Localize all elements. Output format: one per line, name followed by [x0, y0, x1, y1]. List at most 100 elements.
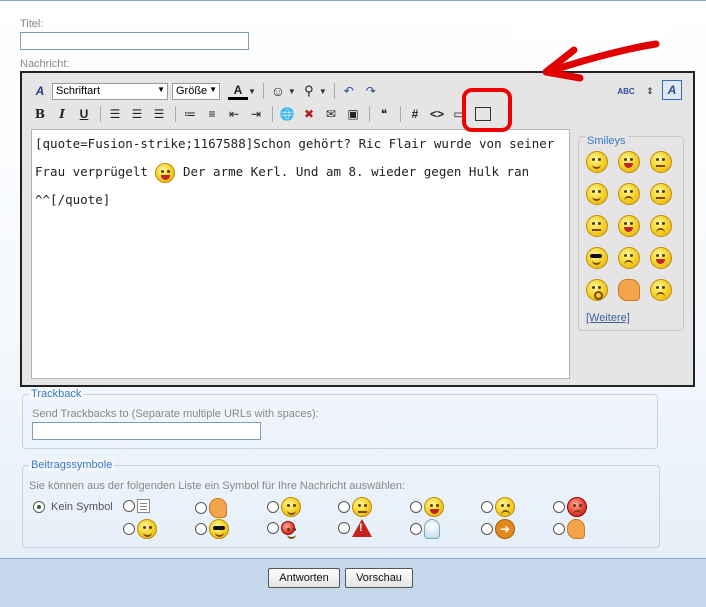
submit-reply-button[interactable]: Antworten [268, 568, 340, 588]
eek-smiley-icon[interactable] [650, 215, 672, 237]
post-icon-radio[interactable] [410, 501, 422, 513]
font-color-button[interactable]: A [228, 83, 248, 100]
chevron-down-icon[interactable]: ▼ [288, 87, 296, 96]
post-icon-option[interactable] [481, 497, 515, 517]
thumbs-up-icon [567, 519, 585, 539]
post-icon-radio[interactable] [338, 501, 350, 513]
red-dot-icon [281, 521, 296, 539]
post-icon-radio[interactable] [195, 523, 207, 535]
post-icon-radio[interactable] [410, 523, 422, 535]
annotation-highlight-box [462, 88, 512, 132]
angry-smiley-icon [567, 497, 587, 517]
post-icon-radio[interactable] [481, 523, 493, 535]
post-icon-radio[interactable] [338, 522, 350, 534]
shy-smiley-icon[interactable] [650, 279, 672, 301]
post-icon-radio[interactable] [481, 501, 493, 513]
remove-link-icon[interactable]: ✖ [299, 104, 319, 124]
post-icon-radio[interactable] [553, 501, 565, 513]
more-smilies-link[interactable]: [Weitere] [586, 312, 630, 324]
tongue-smiley-icon[interactable] [618, 215, 640, 237]
quote-icon[interactable]: ❝ [374, 104, 394, 124]
code-button[interactable]: <> [427, 104, 447, 124]
post-icon-option[interactable] [410, 497, 444, 517]
post-icon-option[interactable] [553, 519, 585, 539]
post-icon-radio[interactable] [553, 523, 565, 535]
post-icon-option[interactable] [123, 519, 157, 539]
redo-icon[interactable]: ↷ [361, 81, 381, 101]
post-icon-option[interactable] [267, 497, 301, 517]
undo-icon[interactable]: ↶ [339, 81, 359, 101]
post-icon-none[interactable]: Kein Symbol [33, 501, 113, 513]
insert-email-icon[interactable]: ✉ [321, 104, 341, 124]
confused-smiley-icon[interactable] [650, 183, 672, 205]
hash-button[interactable]: # [405, 104, 425, 124]
thumbs-down-icon [209, 498, 227, 518]
unordered-list-icon[interactable]: ≡ [202, 104, 222, 124]
post-icon-radio[interactable] [195, 502, 207, 514]
smile-smiley-icon[interactable] [586, 183, 608, 205]
neutral-smiley-icon[interactable] [650, 151, 672, 173]
lightbulb-icon [424, 519, 440, 539]
post-icon-option[interactable] [553, 497, 587, 517]
align-left-icon[interactable]: ☰ [105, 104, 125, 124]
chevron-down-icon[interactable]: ▼ [248, 87, 256, 96]
trackback-fieldset: Trackback Send Trackbacks to (Separate m… [22, 388, 658, 449]
chevron-down-icon: ▼ [157, 84, 165, 94]
toolbar-separator [175, 106, 176, 122]
trackback-input[interactable] [32, 422, 261, 440]
insert-image-icon[interactable]: ▣ [343, 104, 363, 124]
post-icon-option[interactable] [267, 521, 296, 539]
post-icon-option[interactable] [338, 519, 372, 537]
indent-icon[interactable]: ⇥ [246, 104, 266, 124]
ordered-list-icon[interactable]: ≔ [180, 104, 200, 124]
shocked-smiley-icon[interactable] [586, 279, 608, 301]
inline-laugh-smiley-icon [155, 162, 176, 183]
size-select[interactable]: Größe ▼ [172, 82, 220, 100]
post-icons-title: Beitragssymbole [29, 459, 115, 471]
resize-arrows-icon[interactable]: ⇕ [643, 81, 657, 101]
post-icon-option[interactable] [410, 519, 440, 539]
toolbar-separator [262, 83, 264, 99]
insert-link-icon[interactable]: 🌐 [277, 104, 297, 124]
post-icon-option[interactable] [195, 498, 227, 518]
post-icon-radio[interactable] [267, 501, 279, 513]
sad-smiley-icon [495, 497, 515, 517]
title-input[interactable] [20, 32, 249, 50]
preview-button[interactable]: Vorschau [345, 568, 413, 588]
remove-format-icon[interactable]: A [30, 81, 50, 101]
cry-smiley-icon[interactable] [618, 247, 640, 269]
post-icon-option[interactable] [123, 499, 150, 513]
chevron-down-icon[interactable]: ▼ [319, 87, 327, 96]
font-select-value: Schriftart [56, 84, 101, 97]
post-icon-radio[interactable] [267, 522, 279, 534]
cool-smiley-icon[interactable] [586, 247, 608, 269]
smiley-picker-icon[interactable]: ☺ [268, 81, 288, 101]
post-icon-option[interactable] [195, 519, 229, 539]
align-right-icon[interactable]: ☰ [149, 104, 169, 124]
post-icon-radio[interactable] [123, 523, 135, 535]
font-select[interactable]: Schriftart ▼ [52, 82, 168, 100]
trackback-hint: Send Trackbacks to (Separate multiple UR… [32, 408, 319, 420]
post-icon-option[interactable] [338, 497, 372, 517]
outdent-icon[interactable]: ⇤ [224, 104, 244, 124]
spellcheck-icon[interactable]: ABC [616, 81, 636, 101]
post-icon-radio[interactable] [123, 500, 135, 512]
message-textarea[interactable]: [quote=Fusion-strike;1167588]Schon gehör… [31, 129, 570, 379]
post-icon-option[interactable]: ➜ [481, 519, 515, 539]
sad-smiley-icon[interactable] [618, 183, 640, 205]
italic-button[interactable]: I [52, 104, 72, 124]
attachment-icon[interactable]: ⚲ [299, 81, 319, 101]
thumbs-hand-icon[interactable] [618, 279, 640, 301]
smile-smiley-icon [137, 519, 157, 539]
bold-button[interactable]: B [30, 104, 50, 124]
underline-button[interactable]: U [74, 104, 94, 124]
wink-smiley-icon[interactable] [586, 151, 608, 173]
cool-smiley-icon [209, 519, 229, 539]
form-actions-bar: Antworten Vorschau [0, 558, 706, 607]
post-icon-radio[interactable] [33, 501, 45, 513]
switch-editor-mode-icon[interactable]: A [662, 80, 682, 100]
align-center-icon[interactable]: ☰ [127, 104, 147, 124]
frown-smiley-icon[interactable] [586, 215, 608, 237]
grin-smiley-icon[interactable] [618, 151, 640, 173]
lol-smiley-icon[interactable] [650, 247, 672, 269]
